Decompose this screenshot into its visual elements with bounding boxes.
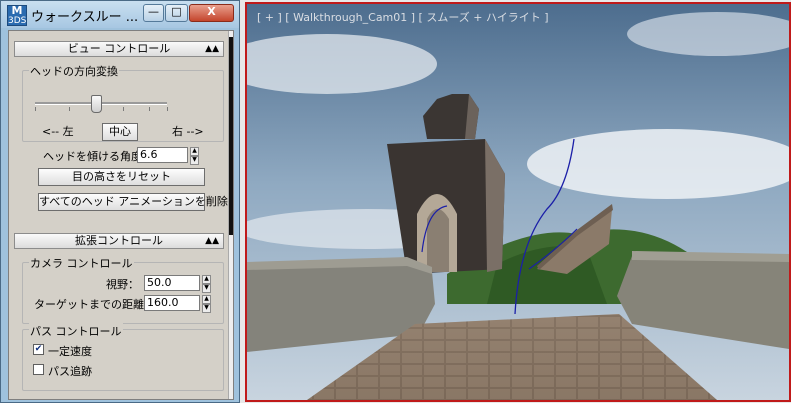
dialog-title: ウォークスルー ...	[31, 10, 139, 25]
close-icon: X	[207, 5, 216, 18]
spinner-down-icon[interactable]: ▼	[190, 156, 199, 165]
minimize-button[interactable]: —	[143, 4, 164, 22]
dialog-client-area: ビュー コントロール ▲▲ ヘッドの方向変換 <-- 左 中心 右 --> ヘッ…	[8, 30, 234, 400]
follow-path-checkbox[interactable]	[33, 364, 44, 375]
reset-eye-height-button[interactable]: 目の高さをリセット	[38, 168, 205, 186]
dialog-titlebar[interactable]: M 3DS ウォークスルー ... — □ X	[1, 1, 239, 28]
spinner-up-icon[interactable]: ▲	[190, 147, 199, 156]
dialog-scrollbar[interactable]	[228, 31, 233, 399]
head-turn-slider-thumb[interactable]	[90, 95, 102, 113]
spinner-down-icon[interactable]: ▼	[202, 284, 211, 293]
fov-input[interactable]: 50.0	[144, 275, 200, 291]
close-button[interactable]: X	[189, 4, 234, 22]
tower-arch-inner	[427, 209, 449, 272]
spinner-up-icon[interactable]: ▲	[202, 295, 211, 304]
spinner-up-icon[interactable]: ▲	[202, 275, 211, 284]
constant-speed-checkbox[interactable]: ✔	[33, 344, 44, 355]
constant-speed-label: 一定速度	[48, 345, 92, 358]
collapse-chevron-icon: ▲▲	[205, 236, 219, 246]
group-label-camera-control: カメラ コントロール	[29, 255, 134, 271]
collapse-chevron-icon: ▲▲	[205, 44, 219, 54]
3ds-max-app-icon: M 3DS	[7, 4, 27, 26]
walkthrough-dialog: M 3DS ウォークスルー ... — □ X ビュー コントロール ▲▲ ヘッド…	[0, 0, 240, 403]
tilt-label: ヘッドを傾ける角度	[43, 150, 142, 163]
viewport-label[interactable]: [ + ] [ Walkthrough_Cam01 ] [ スムーズ + ハイラ…	[257, 9, 549, 25]
rollout-view-control[interactable]: ビュー コントロール ▲▲	[14, 41, 224, 57]
follow-path-label: パス追跡	[48, 365, 92, 378]
target-distance-input[interactable]: 160.0	[144, 295, 200, 311]
viewport-scene	[247, 4, 789, 400]
maximize-icon: □	[171, 5, 182, 18]
rollout-advanced-control[interactable]: 拡張コントロール ▲▲	[14, 233, 224, 249]
right-label: 右 -->	[172, 125, 204, 138]
fov-label: 視野：	[106, 278, 139, 291]
spinner-down-icon[interactable]: ▼	[202, 304, 211, 313]
minimize-icon: —	[148, 5, 159, 18]
maximize-button[interactable]: □	[165, 4, 188, 22]
camera-viewport[interactable]: [ + ] [ Walkthrough_Cam01 ] [ スムーズ + ハイラ…	[245, 2, 791, 402]
group-label-path-control: パス コントロール	[29, 323, 123, 339]
scrollbar-thumb[interactable]	[229, 37, 233, 235]
left-label: <-- 左	[42, 125, 74, 138]
tilt-angle-spinner[interactable]: ▲ ▼	[190, 147, 199, 165]
group-label-head-turn: ヘッドの方向変換	[29, 63, 119, 79]
target-distance-spinner[interactable]: ▲ ▼	[202, 295, 211, 313]
center-button[interactable]: 中心	[102, 123, 138, 141]
fov-spinner[interactable]: ▲ ▼	[202, 275, 211, 293]
group-camera-control	[22, 262, 224, 324]
tilt-angle-input[interactable]: 6.6	[137, 147, 188, 163]
delete-head-animation-button[interactable]: すべてのヘッド アニメーションを削除	[38, 193, 228, 211]
target-distance-label: ターゲットまでの距離：	[34, 298, 155, 311]
